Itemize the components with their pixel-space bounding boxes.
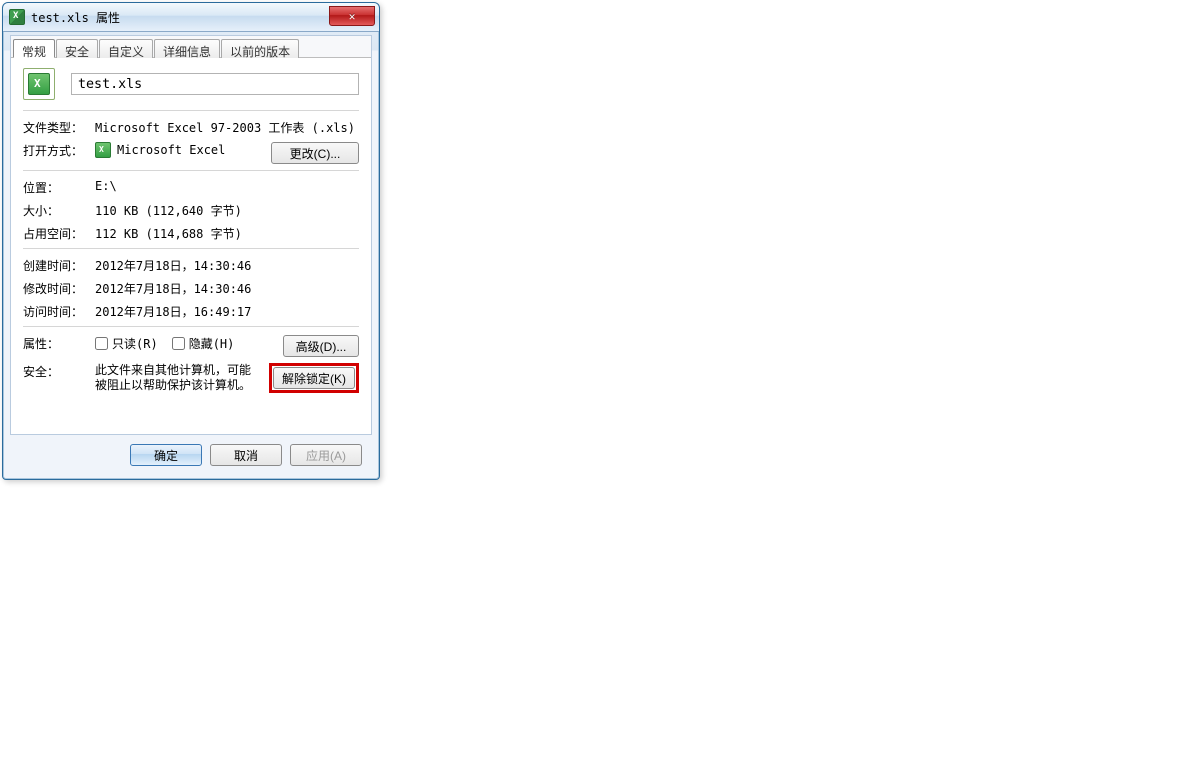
opens-with-app: Microsoft Excel: [117, 143, 225, 157]
excel-app-icon: [95, 142, 111, 158]
readonly-label: 只读(R): [112, 335, 158, 352]
hidden-label: 隐藏(H): [189, 335, 235, 352]
close-icon: ✕: [349, 10, 356, 23]
value-location: E:\: [95, 179, 359, 193]
readonly-checkbox[interactable]: 只读(R): [95, 335, 158, 352]
value-accessed: 2012年7月18日，16:49:17: [95, 303, 359, 320]
general-tab-content: 文件类型： Microsoft Excel 97-2003 工作表 (.xls)…: [11, 58, 371, 407]
label-size-on-disk: 占用空间：: [23, 225, 87, 242]
readonly-checkbox-input[interactable]: [95, 337, 108, 350]
label-location: 位置：: [23, 179, 87, 196]
tab-security[interactable]: 安全: [56, 39, 98, 58]
apply-button[interactable]: 应用(A): [290, 444, 362, 466]
row-file-type: 文件类型： Microsoft Excel 97-2003 工作表 (.xls): [23, 119, 359, 136]
row-attributes: 属性： 只读(R) 隐藏(H) 高级(D)...: [23, 335, 359, 357]
cancel-button[interactable]: 取消: [210, 444, 282, 466]
label-created: 创建时间：: [23, 257, 87, 274]
change-button[interactable]: 更改(C)...: [271, 142, 359, 164]
tab-general[interactable]: 常规: [13, 39, 55, 58]
value-opens-with: Microsoft Excel: [95, 142, 263, 158]
row-modified: 修改时间： 2012年7月18日，14:30:46: [23, 280, 359, 297]
excel-file-icon: [9, 9, 25, 25]
tab-strip: 常规 安全 自定义 详细信息 以前的版本: [11, 36, 371, 58]
row-opens-with: 打开方式： Microsoft Excel 更改(C)...: [23, 142, 359, 164]
value-created: 2012年7月18日，14:30:46: [95, 257, 359, 274]
divider: [23, 326, 359, 327]
properties-dialog: test.xls 属性 ✕ 常规 安全 自定义 详细信息 以前的版本 文件类型：…: [2, 2, 380, 480]
excel-document-icon: [23, 68, 55, 100]
dialog-footer: 确定 取消 应用(A): [10, 439, 372, 471]
row-location: 位置： E:\: [23, 179, 359, 196]
label-attributes: 属性：: [23, 335, 87, 352]
tab-details[interactable]: 详细信息: [154, 39, 220, 58]
unblock-highlight: 解除锁定(K): [269, 363, 359, 393]
file-header: [23, 68, 359, 100]
value-file-type: Microsoft Excel 97-2003 工作表 (.xls): [95, 119, 359, 136]
titlebar[interactable]: test.xls 属性 ✕: [3, 3, 379, 32]
filename-input[interactable]: [71, 73, 359, 95]
label-modified: 修改时间：: [23, 280, 87, 297]
divider: [23, 110, 359, 111]
unblock-button[interactable]: 解除锁定(K): [273, 367, 355, 389]
label-security: 安全：: [23, 363, 87, 380]
attributes-controls: 只读(R) 隐藏(H): [95, 335, 275, 352]
row-size-on-disk: 占用空间： 112 KB (114,688 字节): [23, 225, 359, 242]
hidden-checkbox[interactable]: 隐藏(H): [172, 335, 235, 352]
value-size-on-disk: 112 KB (114,688 字节): [95, 225, 359, 242]
row-security: 安全： 此文件来自其他计算机，可能被阻止以帮助保护该计算机。 解除锁定(K): [23, 363, 359, 393]
value-size: 110 KB (112,640 字节): [95, 202, 359, 219]
tab-custom[interactable]: 自定义: [99, 39, 153, 58]
row-accessed: 访问时间： 2012年7月18日，16:49:17: [23, 303, 359, 320]
close-button[interactable]: ✕: [329, 6, 375, 26]
security-text: 此文件来自其他计算机，可能被阻止以帮助保护该计算机。: [95, 363, 261, 393]
row-created: 创建时间： 2012年7月18日，14:30:46: [23, 257, 359, 274]
divider: [23, 170, 359, 171]
label-file-type: 文件类型：: [23, 119, 87, 136]
row-size: 大小： 110 KB (112,640 字节): [23, 202, 359, 219]
label-opens-with: 打开方式：: [23, 142, 87, 159]
divider: [23, 248, 359, 249]
label-size: 大小：: [23, 202, 87, 219]
dialog-body: 常规 安全 自定义 详细信息 以前的版本 文件类型： Microsoft Exc…: [10, 35, 372, 435]
ok-button[interactable]: 确定: [130, 444, 202, 466]
label-accessed: 访问时间：: [23, 303, 87, 320]
value-modified: 2012年7月18日，14:30:46: [95, 280, 359, 297]
hidden-checkbox-input[interactable]: [172, 337, 185, 350]
window-title: test.xls 属性: [31, 9, 120, 26]
advanced-button[interactable]: 高级(D)...: [283, 335, 359, 357]
tab-previous-versions[interactable]: 以前的版本: [221, 39, 299, 58]
